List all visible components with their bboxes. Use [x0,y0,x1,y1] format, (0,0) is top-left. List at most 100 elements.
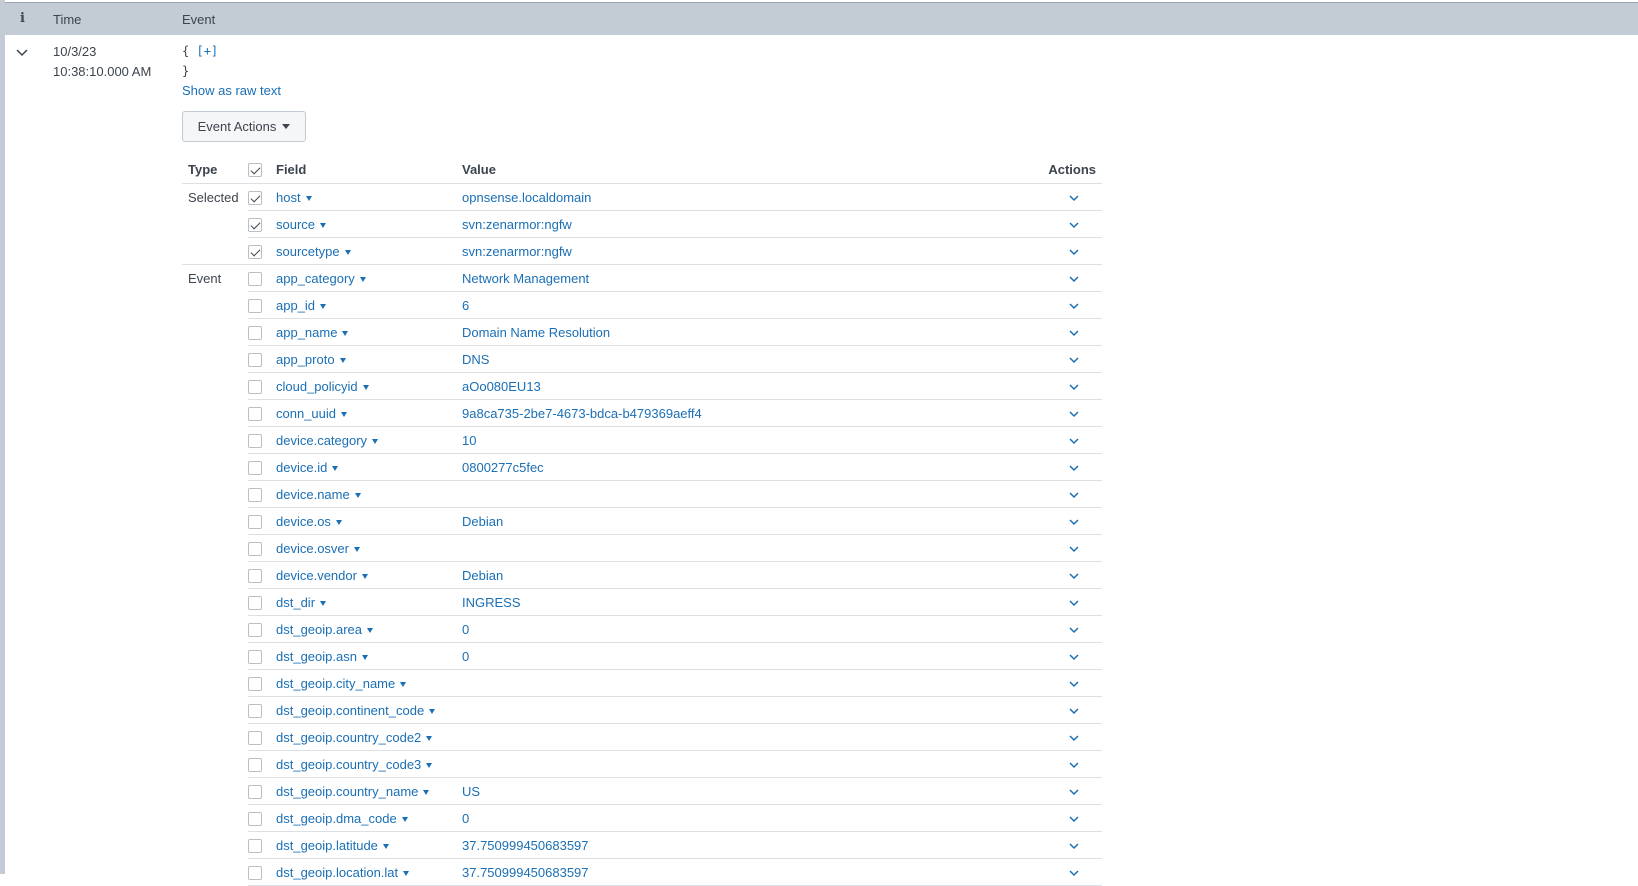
chevron-down-icon[interactable] [1068,865,1080,880]
field-value-link[interactable]: svn:zenarmor:ngfw [462,244,572,259]
field-name-link[interactable]: device.os [276,514,342,529]
collapse-event-chevron-icon[interactable] [15,46,29,57]
field-value-link[interactable]: DNS [462,352,489,367]
field-name-link[interactable]: dst_geoip.city_name [276,676,407,691]
field-value-link[interactable]: opnsense.localdomain [462,190,591,205]
field-name-link[interactable]: dst_geoip.dma_code [276,811,408,826]
field-name-link[interactable]: source [276,217,327,232]
field-select-checkbox[interactable] [248,325,262,340]
field-select-checkbox[interactable] [248,784,262,799]
field-select-checkbox[interactable] [248,352,262,367]
field-select-checkbox[interactable] [248,838,262,853]
chevron-down-icon[interactable] [1068,730,1080,745]
info-icon[interactable]: i [20,11,25,26]
field-select-checkbox[interactable] [248,406,262,421]
chevron-down-icon[interactable] [1068,406,1080,421]
field-select-checkbox[interactable] [248,865,262,880]
field-value-link[interactable]: 37.750999450683597 [462,865,589,880]
field-value-link[interactable]: svn:zenarmor:ngfw [462,217,572,232]
field-name-link[interactable]: host [276,190,312,205]
field-value-link[interactable]: 0 [462,622,469,637]
field-select-checkbox[interactable] [248,298,262,313]
field-name-link[interactable]: dst_geoip.latitude [276,838,389,853]
show-raw-text-link[interactable]: Show as raw text [182,83,281,98]
chevron-down-icon[interactable] [1068,568,1080,583]
field-name-link[interactable]: app_proto [276,352,346,367]
field-name-link[interactable]: app_id [276,298,327,313]
field-value-link[interactable]: 0 [462,649,469,664]
chevron-down-icon[interactable] [1068,298,1080,313]
time-column-header[interactable]: Time [53,12,81,27]
chevron-down-icon[interactable] [1068,352,1080,367]
field-select-checkbox[interactable] [248,568,262,583]
field-value-link[interactable]: 9a8ca735-2be7-4673-bdca-b479369aeff4 [462,406,702,421]
field-name-link[interactable]: device.category [276,433,379,448]
field-name-link[interactable]: app_name [276,325,349,340]
chevron-down-icon[interactable] [1068,676,1080,691]
chevron-down-icon[interactable] [1068,757,1080,772]
field-name-link[interactable]: dst_geoip.continent_code [276,703,436,718]
field-name-link[interactable]: conn_uuid [276,406,347,421]
field-select-checkbox[interactable] [248,487,262,502]
field-name-link[interactable]: dst_geoip.country_code2 [276,730,433,745]
chevron-down-icon[interactable] [1068,514,1080,529]
event-column-header[interactable]: Event [182,12,215,27]
field-select-checkbox[interactable] [248,649,262,664]
field-name-link[interactable]: device.vendor [276,568,368,583]
field-select-checkbox[interactable] [248,757,262,772]
field-select-checkbox[interactable] [248,271,262,286]
chevron-down-icon[interactable] [1068,838,1080,853]
chevron-down-icon[interactable] [1068,271,1080,286]
chevron-down-icon[interactable] [1068,703,1080,718]
field-value-link[interactable]: 37.750999450683597 [462,838,589,853]
field-select-checkbox[interactable] [248,730,262,745]
field-name-link[interactable]: cloud_policyid [276,379,369,394]
field-name-link[interactable]: dst_geoip.location.lat [276,865,410,880]
chevron-down-icon[interactable] [1068,325,1080,340]
field-select-checkbox[interactable] [248,595,262,610]
field-select-checkbox[interactable] [248,244,262,259]
field-name-link[interactable]: sourcetype [276,244,351,259]
field-name-link[interactable]: device.name [276,487,361,502]
chevron-down-icon[interactable] [1068,595,1080,610]
chevron-down-icon[interactable] [1068,460,1080,475]
field-select-checkbox[interactable] [248,514,262,529]
field-value-link[interactable]: US [462,784,480,799]
field-name-link[interactable]: dst_geoip.country_name [276,784,430,799]
chevron-down-icon[interactable] [1068,622,1080,637]
field-value-link[interactable]: 0800277c5fec [462,460,544,475]
field-select-checkbox[interactable] [248,379,262,394]
field-value-link[interactable]: Network Management [462,271,589,286]
chevron-down-icon[interactable] [1068,190,1080,205]
field-name-link[interactable]: dst_geoip.area [276,622,374,637]
select-all-checkbox[interactable] [248,163,262,178]
event-actions-button[interactable]: Event Actions [182,111,306,142]
field-select-checkbox[interactable] [248,217,262,232]
field-name-link[interactable]: dst_geoip.asn [276,649,368,664]
chevron-down-icon[interactable] [1068,433,1080,448]
field-select-checkbox[interactable] [248,190,262,205]
field-value-link[interactable]: Debian [462,514,503,529]
chevron-down-icon[interactable] [1068,487,1080,502]
field-select-checkbox[interactable] [248,460,262,475]
chevron-down-icon[interactable] [1068,649,1080,664]
field-value-link[interactable]: 10 [462,433,476,448]
chevron-down-icon[interactable] [1068,379,1080,394]
field-name-link[interactable]: app_category [276,271,366,286]
field-value-link[interactable]: 6 [462,298,469,313]
chevron-down-icon[interactable] [1068,784,1080,799]
field-name-link[interactable]: dst_dir [276,595,327,610]
field-name-link[interactable]: device.id [276,460,339,475]
field-select-checkbox[interactable] [248,703,262,718]
field-select-checkbox[interactable] [248,541,262,556]
field-value-link[interactable]: aOo080EU13 [462,379,541,394]
field-value-link[interactable]: INGRESS [462,595,521,610]
field-value-link[interactable]: 0 [462,811,469,826]
field-value-link[interactable]: Debian [462,568,503,583]
field-select-checkbox[interactable] [248,622,262,637]
field-value-link[interactable]: Domain Name Resolution [462,325,610,340]
json-expand-link[interactable]: [+] [196,44,218,58]
field-select-checkbox[interactable] [248,676,262,691]
chevron-down-icon[interactable] [1068,541,1080,556]
field-select-checkbox[interactable] [248,811,262,826]
